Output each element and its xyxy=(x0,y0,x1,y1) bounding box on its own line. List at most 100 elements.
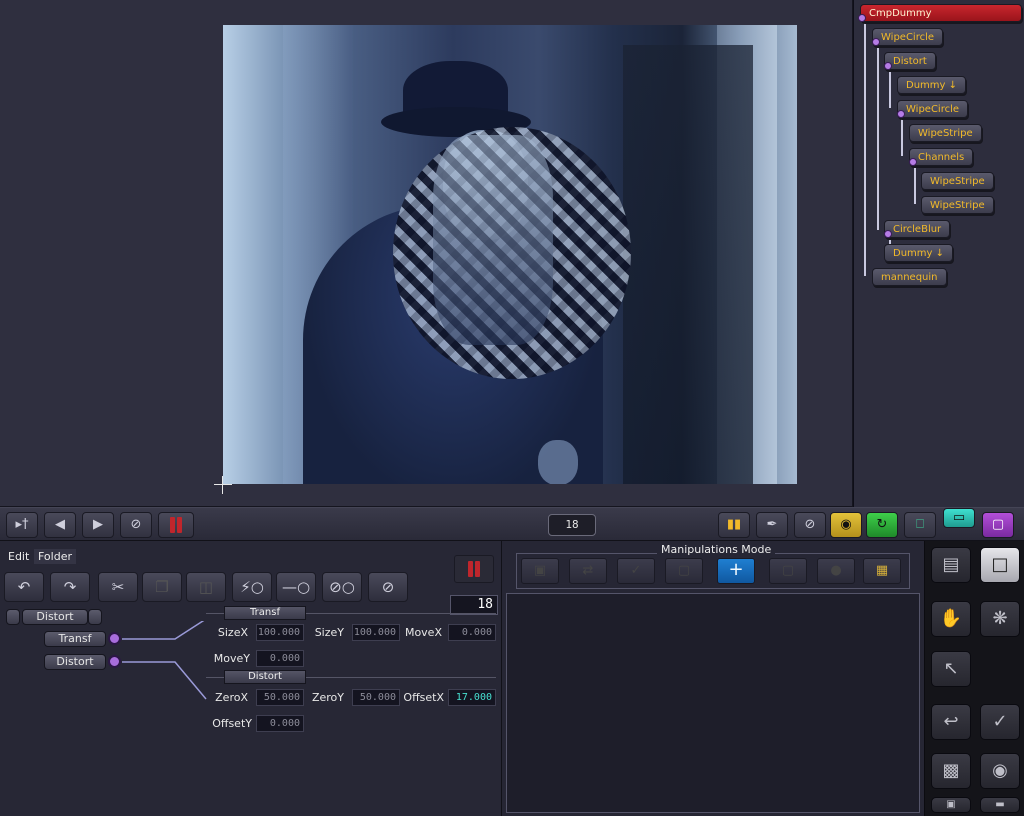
tree-node-mannequin[interactable]: mannequin xyxy=(872,268,947,286)
tree-node-plug[interactable] xyxy=(858,14,866,22)
current-node-label[interactable]: Distort xyxy=(22,609,88,625)
pointer-icon: ▸† xyxy=(15,517,29,532)
check-icon: ✓ xyxy=(992,711,1008,732)
step-back-button[interactable]: ◀ xyxy=(44,512,76,538)
stop-bar-icon xyxy=(170,517,175,533)
hook-tool[interactable]: ↩ xyxy=(931,704,971,740)
copy-button[interactable]: ❐ xyxy=(142,572,182,602)
viewer-tool[interactable]: □ xyxy=(980,547,1020,583)
move-mode-button[interactable]: + xyxy=(717,558,755,584)
redo-button[interactable]: ↷ xyxy=(50,572,90,602)
zeroy-field[interactable]: 50.000 xyxy=(352,689,400,706)
tree-node-wipecircle-2[interactable]: WipeCircle xyxy=(897,100,969,118)
mode-button-4[interactable]: ▢ xyxy=(665,558,703,584)
play-button[interactable]: ▶ xyxy=(82,512,114,538)
tree-node-wipestripe[interactable]: WipeStripe xyxy=(909,124,982,142)
cut-button[interactable]: ✂ xyxy=(98,572,138,602)
keyframe-button[interactable]: —○— xyxy=(276,572,316,624)
tree-link xyxy=(914,160,916,204)
tree-icon: ❋ xyxy=(992,608,1008,629)
mode-7-icon: ● xyxy=(830,563,842,578)
tree-node-dummy[interactable]: Dummy ↓ xyxy=(897,76,966,94)
pipette-icon: ✒ xyxy=(766,517,778,532)
manipulations-toolbar: ▣ ⇄ ✓ ▢ + ▢ ● ▦ xyxy=(516,553,910,589)
mode-button-7[interactable]: ● xyxy=(817,558,855,584)
tree-node-circleblur[interactable]: CircleBlur xyxy=(884,220,951,238)
node-tree-panel: CmpDummy WipeCircle Distort Dummy ↓ Wipe… xyxy=(853,0,1024,507)
camera-tool[interactable]: ◉ xyxy=(980,753,1020,789)
mode-button-2[interactable]: ⇄ xyxy=(569,558,607,584)
tree-node-plug[interactable] xyxy=(909,158,917,166)
mode-button-3[interactable]: ✓ xyxy=(617,558,655,584)
camera-icon: ◉ xyxy=(992,760,1008,781)
tree-node-wipestripe-2[interactable]: WipeStripe xyxy=(921,172,994,190)
viewer-icon: □ xyxy=(991,554,1009,575)
mode-button-6[interactable]: ▢ xyxy=(769,558,807,584)
small-tool-2[interactable]: ▬ xyxy=(980,797,1020,813)
view-eye-button[interactable]: ◉ xyxy=(830,512,862,538)
tree-node-cmpdummy[interactable]: CmpDummy xyxy=(860,4,1022,22)
frame-counter[interactable]: 18 xyxy=(548,514,596,536)
tree-node-dummy-2[interactable]: Dummy ↓ xyxy=(884,244,953,262)
folder-menu[interactable]: Folder xyxy=(34,549,76,564)
small-tool-1[interactable]: ▣ xyxy=(931,797,971,813)
tree-node-wipecircle[interactable]: WipeCircle xyxy=(872,28,944,46)
mode-button-1[interactable]: ▣ xyxy=(521,558,559,584)
sizex-field[interactable]: 100.000 xyxy=(256,624,304,641)
tree-node-wipestripe-3[interactable]: WipeStripe xyxy=(921,196,994,214)
layout-tool[interactable]: ▤ xyxy=(931,547,971,583)
paste-button[interactable]: ◫ xyxy=(186,572,226,602)
node-options-button[interactable] xyxy=(88,609,102,625)
animate-button[interactable]: ⚡○ xyxy=(232,572,272,602)
select-arrow-tool[interactable]: ↖ xyxy=(931,651,971,687)
arrow-icon: ↖ xyxy=(943,658,959,679)
node-expand-handle[interactable] xyxy=(6,609,20,625)
refresh-button[interactable]: ↻ xyxy=(866,512,898,538)
tree-node-plug[interactable] xyxy=(872,38,880,46)
sizey-label: SizeY xyxy=(314,626,344,639)
input-node-distort[interactable]: Distort xyxy=(44,654,106,670)
input-connections xyxy=(122,621,207,700)
tree-tool[interactable]: ❋ xyxy=(980,601,1020,637)
clapper-tool[interactable]: ▩ xyxy=(931,753,971,789)
paint-tool[interactable]: ✋ xyxy=(931,601,971,637)
sizex-label: SizeX xyxy=(217,626,248,639)
mode-button-8[interactable]: ▦ xyxy=(863,558,901,584)
offsety-label: OffsetY xyxy=(212,717,252,730)
manipulations-area[interactable] xyxy=(506,593,920,813)
tree-node-plug[interactable] xyxy=(884,230,892,238)
pipette-button[interactable]: ✒ xyxy=(756,512,788,538)
manipulations-title: Manipulations Mode xyxy=(657,543,776,556)
parameters-panel: Edit Folder ↶ ↷ ✂ ❐ ◫ ⚡○ —○— ⊘○ ⊘ 18 Dis… xyxy=(0,541,502,816)
select-tool-button[interactable]: ▸† xyxy=(6,512,38,538)
undo-button[interactable]: ↶ xyxy=(4,572,44,602)
monitor-button[interactable]: ▭ xyxy=(943,508,975,528)
split-view-button[interactable]: ▮▮ xyxy=(718,512,750,538)
export-button[interactable]: ⎕ xyxy=(904,512,936,538)
tree-node-plug[interactable] xyxy=(884,62,892,70)
offsety-field[interactable]: 0.000 xyxy=(256,715,304,732)
tree-link xyxy=(877,40,879,230)
tools-panel: ▤ □ ✋ ❋ ↖ ↩ ✓ ▩ ◉ ▣ ▬ xyxy=(924,541,1024,816)
render-stop-indicator[interactable] xyxy=(454,555,494,583)
edit-menu[interactable]: Edit xyxy=(4,549,33,564)
viewer-image[interactable] xyxy=(223,25,797,484)
tree-node-plug[interactable] xyxy=(897,110,905,118)
sizey-field[interactable]: 100.000 xyxy=(352,624,400,641)
disable-pipette-button[interactable]: ⊘ xyxy=(794,512,826,538)
parameter-frame-number[interactable]: 18 xyxy=(450,595,498,615)
disable-button[interactable]: ⊘ xyxy=(120,512,152,538)
zerox-field[interactable]: 50.000 xyxy=(256,689,304,706)
tree-node-channels[interactable]: Channels xyxy=(909,148,974,166)
stop-button[interactable] xyxy=(158,512,194,538)
input-node-transf[interactable]: Transf xyxy=(44,631,106,647)
check-tool[interactable]: ✓ xyxy=(980,704,1020,740)
disable-node-button[interactable]: ⊘ xyxy=(368,572,408,602)
tv-output-button[interactable]: ▢ xyxy=(982,512,1014,538)
transf-section-label: Transf xyxy=(224,606,306,620)
movey-field[interactable]: 0.000 xyxy=(256,650,304,667)
offsetx-field[interactable]: 17.000 xyxy=(448,689,496,706)
movex-field[interactable]: 0.000 xyxy=(448,624,496,641)
small-1-icon: ▣ xyxy=(946,799,956,810)
disable-animation-button[interactable]: ⊘○ xyxy=(322,572,362,602)
